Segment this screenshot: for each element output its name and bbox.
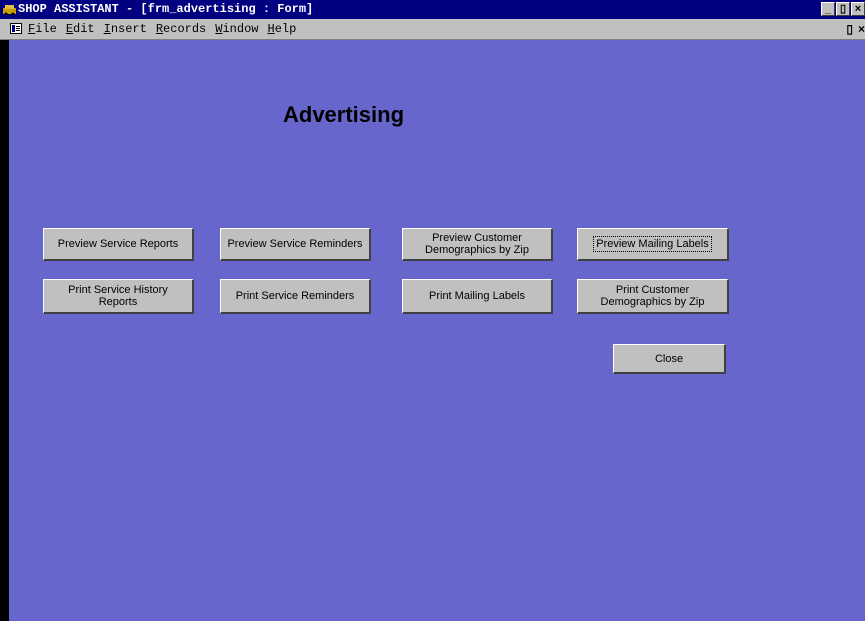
menu: File Edit Insert Records Window Help (28, 19, 305, 39)
print-service-history-button[interactable]: Print Service History Reports (43, 279, 194, 314)
form-heading: Advertising (283, 102, 405, 127)
app-icon[interactable] (3, 3, 16, 15)
preview-service-reminders-button[interactable]: Preview Service Reminders (220, 228, 371, 261)
form-icon[interactable] (10, 23, 22, 34)
button-label: Print Service History Reports (68, 284, 168, 308)
button-label: Close (654, 352, 684, 365)
menu-insert[interactable]: Insert (104, 19, 147, 39)
window-controls: _ ▯ × (820, 2, 865, 17)
preview-customer-demographics-button[interactable]: Preview Customer Demographics by Zip (402, 228, 553, 261)
preview-mailing-labels-button[interactable]: Preview Mailing Labels (577, 228, 729, 261)
button-label: Print Mailing Labels (429, 290, 525, 302)
button-label: Preview Service Reminders (227, 238, 363, 250)
menu-records[interactable]: Records (156, 19, 206, 39)
doc-close-button[interactable]: × (858, 20, 865, 38)
restore-button[interactable]: ▯ (836, 2, 850, 16)
close-button[interactable]: Close (613, 344, 726, 374)
menu-help[interactable]: Help (267, 19, 296, 39)
form-area (9, 40, 865, 621)
print-customer-demographics-button[interactable]: Print Customer Demographics by Zip (577, 279, 729, 314)
minimize-button[interactable]: _ (821, 2, 835, 16)
button-label: Print Service Reminders (235, 290, 355, 302)
print-mailing-labels-button[interactable]: Print Mailing Labels (402, 279, 553, 314)
preview-service-reports-button[interactable]: Preview Service Reports (43, 228, 194, 261)
button-label: Preview Service Reports (57, 238, 179, 250)
button-label: Preview Mailing Labels (593, 236, 712, 252)
menu-window[interactable]: Window (215, 19, 258, 39)
window-title: SHOP ASSISTANT - [frm_advertising : Form… (18, 2, 314, 16)
print-service-reminders-button[interactable]: Print Service Reminders (220, 279, 371, 314)
menu-edit[interactable]: Edit (66, 19, 95, 39)
doc-restore-button[interactable]: ▯ (846, 20, 853, 38)
button-label: Preview Customer Demographics by Zip (425, 232, 529, 256)
menu-file[interactable]: File (28, 19, 57, 39)
title-bar: SHOP ASSISTANT - [frm_advertising : Form… (0, 0, 865, 19)
menu-bar: File Edit Insert Records Window Help ▯ × (0, 19, 865, 40)
close-window-button[interactable]: × (851, 2, 865, 16)
button-label: Print Customer Demographics by Zip (600, 284, 705, 308)
